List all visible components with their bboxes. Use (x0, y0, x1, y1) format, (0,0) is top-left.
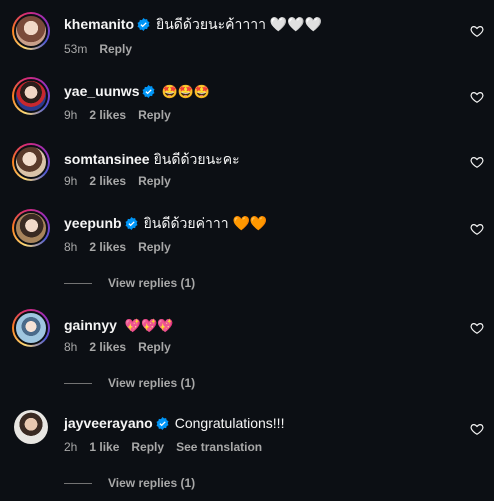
like-heart-icon[interactable] (470, 24, 484, 38)
like-heart-icon[interactable] (470, 321, 484, 335)
reply-button[interactable]: Reply (138, 108, 171, 122)
comment-line: khemanito ยินดีด้วยนะค้าาาา 🤍🤍🤍 (64, 15, 322, 33)
comment-time: 9h (64, 174, 78, 188)
comment-meta: 53m Reply (64, 42, 144, 56)
comment-line: jayveerayano Congratulations!!! (64, 414, 284, 432)
verified-badge-icon (143, 85, 155, 98)
username[interactable]: khemanito (64, 16, 134, 32)
see-translation-button[interactable]: See translation (176, 440, 262, 454)
reply-button[interactable]: Reply (138, 240, 171, 254)
comment-meta: 9h 2 likes Reply (64, 108, 183, 122)
like-heart-icon[interactable] (470, 422, 484, 436)
comment-line: gainnyy 💖💖💖 (64, 316, 173, 335)
comment-time: 8h (64, 340, 78, 354)
comment-time: 2h (64, 440, 78, 454)
comment-line: yae_uunws 🤩🤩🤩 (64, 82, 210, 101)
avatar[interactable] (14, 410, 48, 444)
view-replies-label: View replies (1) (108, 276, 196, 290)
comment-meta: 8h 2 likes Reply (64, 240, 183, 254)
verified-badge-icon (137, 18, 150, 31)
likes-count[interactable]: 2 likes (89, 340, 126, 354)
comment-text: Congratulations!!! (174, 415, 285, 431)
comment-text: ยินดีด้วยนะค้าาาา 🤍🤍🤍 (156, 16, 323, 32)
verified-badge-icon (125, 217, 138, 230)
likes-count[interactable]: 1 like (89, 440, 119, 454)
view-replies-button[interactable]: View replies (1) (64, 476, 195, 490)
replies-divider (64, 483, 92, 485)
username[interactable]: somtansinee (64, 151, 150, 167)
reply-button[interactable]: Reply (99, 42, 132, 56)
likes-count[interactable]: 2 likes (89, 108, 126, 122)
username[interactable]: gainnyy (64, 317, 117, 333)
verified-badge-icon (156, 417, 169, 430)
avatar[interactable] (12, 143, 50, 181)
reply-button[interactable]: Reply (131, 440, 164, 454)
avatar[interactable] (12, 77, 50, 115)
avatar[interactable] (12, 209, 50, 247)
view-replies-button[interactable]: View replies (1) (64, 276, 195, 290)
avatar[interactable] (12, 12, 50, 50)
comment-meta: 9h 2 likes Reply (64, 174, 183, 188)
comment-time: 9h (64, 108, 78, 122)
comment-line: somtansinee ยินดีด้วยนะคะ (64, 150, 240, 168)
comment-meta: 8h 2 likes Reply (64, 340, 183, 354)
username[interactable]: jayveerayano (64, 415, 153, 431)
avatar[interactable] (12, 309, 50, 347)
comment-meta: 2h 1 like Reply See translation (64, 440, 274, 454)
like-heart-icon[interactable] (470, 222, 484, 236)
username[interactable]: yeepunb (64, 215, 122, 231)
comment-text: ยินดีด้วยนะคะ (153, 151, 240, 167)
view-replies-button[interactable]: View replies (1) (64, 376, 195, 390)
like-heart-icon[interactable] (470, 90, 484, 104)
comment-time: 8h (64, 240, 78, 254)
reply-button[interactable]: Reply (138, 340, 171, 354)
view-replies-label: View replies (1) (108, 376, 196, 390)
comment-text: 💖💖💖 (124, 318, 174, 333)
comment-line: yeepunb ยินดีด้วยค่าาา 🧡🧡 (64, 214, 267, 232)
comment-time: 53m (64, 42, 88, 56)
like-heart-icon[interactable] (470, 155, 484, 169)
likes-count[interactable]: 2 likes (89, 174, 126, 188)
username[interactable]: yae_uunws (64, 83, 139, 99)
replies-divider (64, 283, 92, 285)
comment-text: 🤩🤩🤩 (161, 84, 211, 99)
replies-divider (64, 383, 92, 385)
reply-button[interactable]: Reply (138, 174, 171, 188)
view-replies-label: View replies (1) (108, 476, 196, 490)
likes-count[interactable]: 2 likes (89, 240, 126, 254)
comment-text: ยินดีด้วยค่าาา 🧡🧡 (143, 215, 268, 231)
